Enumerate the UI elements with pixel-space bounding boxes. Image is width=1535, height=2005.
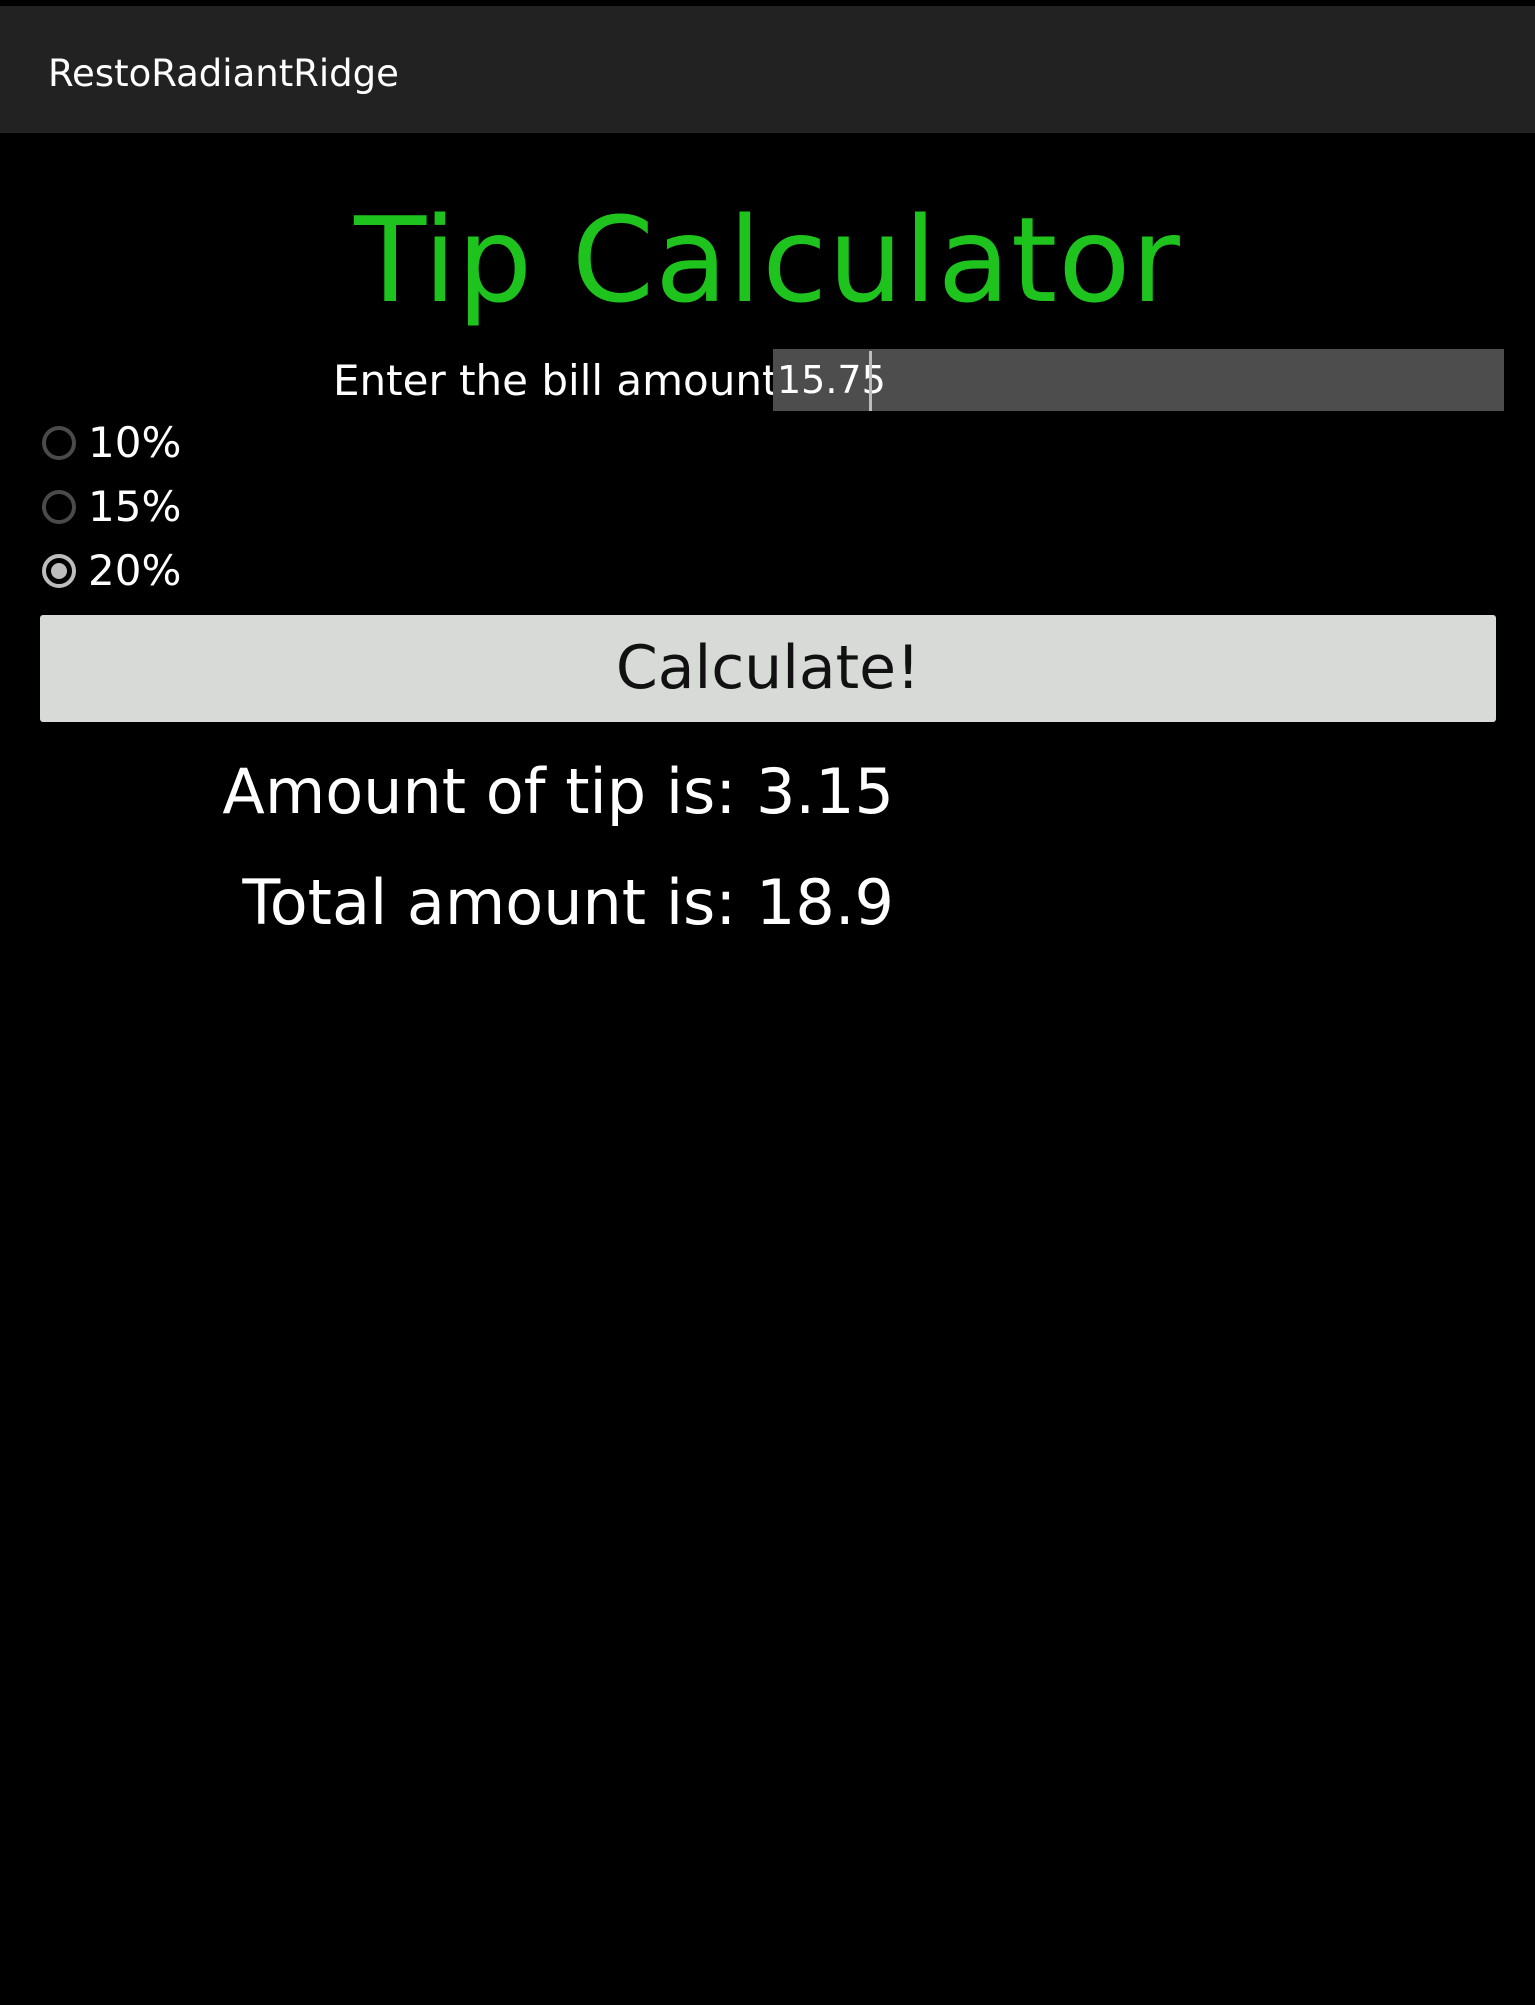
tip-option-label: 15% <box>88 482 182 531</box>
tip-option-15[interactable]: 15% <box>42 482 181 532</box>
tip-option-20[interactable]: 20% <box>42 546 181 596</box>
tip-amount-result: Amount of tip is: 3.15 <box>222 755 894 828</box>
bill-amount-label: Enter the bill amount: <box>333 356 793 405</box>
calculate-button[interactable]: Calculate! <box>40 615 1496 722</box>
radio-button-icon[interactable] <box>42 426 76 460</box>
app-title: RestoRadiantRidge <box>48 52 399 95</box>
text-cursor <box>869 351 872 411</box>
radio-button-icon[interactable] <box>42 490 76 524</box>
total-amount-result: Total amount is: 18.9 <box>242 866 894 939</box>
bill-amount-input[interactable] <box>773 349 1504 411</box>
page-title: Tip Calculator <box>354 191 1181 329</box>
title-bar: RestoRadiantRidge <box>0 6 1535 133</box>
tip-option-10[interactable]: 10% <box>42 418 181 468</box>
radio-button-selected-icon[interactable] <box>42 554 76 588</box>
tip-option-label: 10% <box>88 418 182 467</box>
tip-option-label: 20% <box>88 546 182 595</box>
